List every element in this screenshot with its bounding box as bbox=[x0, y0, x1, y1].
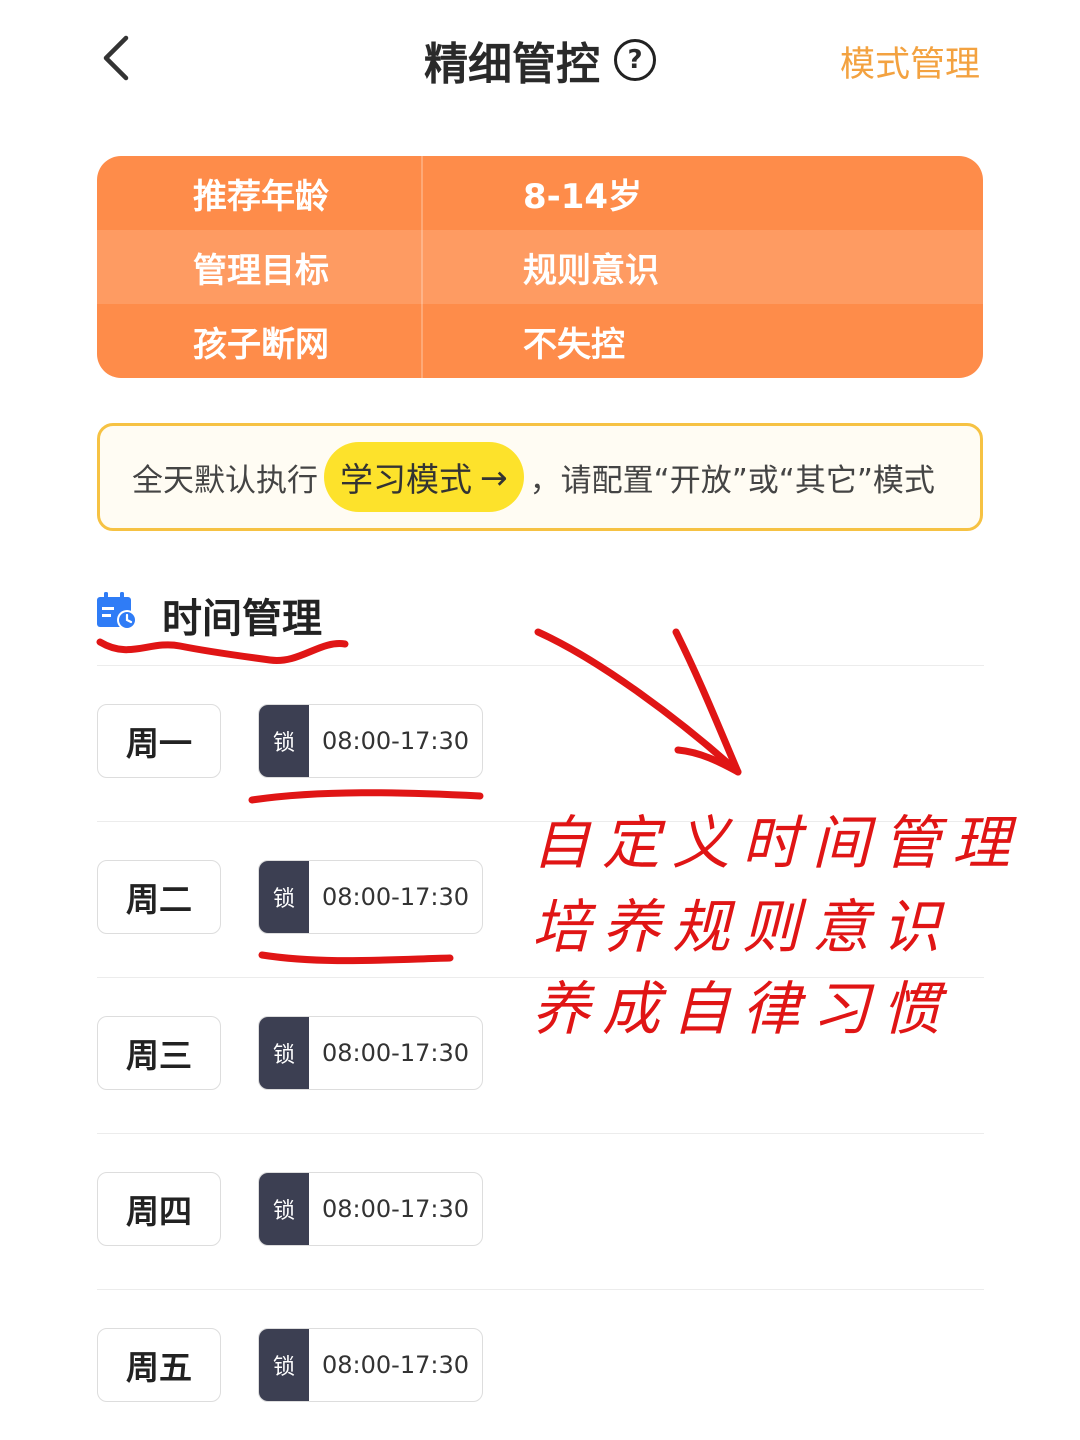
day-button-mon[interactable]: 周一 bbox=[97, 704, 221, 778]
info-key: 推荐年龄 bbox=[97, 156, 423, 230]
day-button-thu[interactable]: 周四 bbox=[97, 1172, 221, 1246]
time-slot[interactable]: 锁 08:00-17:30 bbox=[258, 1016, 483, 1090]
arrow-head-mark bbox=[672, 628, 742, 776]
help-icon[interactable]: ? bbox=[614, 39, 656, 81]
day-button-fri[interactable]: 周五 bbox=[97, 1328, 221, 1402]
info-key: 管理目标 bbox=[97, 230, 423, 304]
time-range: 08:00-17:30 bbox=[322, 883, 469, 911]
info-value: 不失控 bbox=[523, 324, 625, 365]
mode-info-card: 推荐年龄 8-14岁 管理目标 规则意识 孩子断网 不失控 bbox=[97, 156, 983, 378]
time-range: 08:00-17:30 bbox=[322, 1039, 469, 1067]
lock-badge: 锁 bbox=[259, 1329, 309, 1401]
info-value: 规则意识 bbox=[523, 250, 659, 291]
time-slot[interactable]: 锁 08:00-17:30 bbox=[258, 704, 483, 778]
mode-manage-link[interactable]: 模式管理 bbox=[840, 36, 980, 87]
time-slot[interactable]: 锁 08:00-17:30 bbox=[258, 1172, 483, 1246]
lock-badge: 锁 bbox=[259, 1017, 309, 1089]
section-title: 时间管理 bbox=[162, 596, 322, 642]
time-slot[interactable]: 锁 08:00-17:30 bbox=[258, 1328, 483, 1402]
annotation-line: 培养规则意识 bbox=[532, 893, 953, 961]
lock-badge: 锁 bbox=[259, 861, 309, 933]
page-title: 精细管控 bbox=[424, 39, 600, 90]
info-row-goal: 管理目标 规则意识 bbox=[97, 230, 983, 304]
underline-mark bbox=[248, 789, 484, 804]
annotation-line: 自定义时间管理 bbox=[532, 809, 1023, 877]
default-mode-notice: 全天默认执行 学习模式 → ，请配置“开放”或“其它”模式 bbox=[97, 423, 983, 531]
notice-suffix: ，请配置“开放”或“其它”模式 bbox=[529, 462, 935, 499]
arrow-right-icon: → bbox=[480, 457, 508, 497]
day-button-wed[interactable]: 周三 bbox=[97, 1016, 221, 1090]
lock-badge: 锁 bbox=[259, 705, 309, 777]
divider bbox=[97, 1289, 984, 1290]
info-row-age: 推荐年龄 8-14岁 bbox=[97, 156, 983, 230]
day-button-tue[interactable]: 周二 bbox=[97, 860, 221, 934]
study-mode-button[interactable]: 学习模式 → bbox=[324, 442, 524, 512]
lock-badge: 锁 bbox=[259, 1173, 309, 1245]
annotation-line: 养成自律习惯 bbox=[532, 975, 953, 1043]
arrow-mark bbox=[534, 628, 742, 776]
info-key: 孩子断网 bbox=[97, 304, 423, 378]
divider bbox=[97, 1133, 984, 1134]
page-title-group: 精细管控 ? bbox=[424, 28, 656, 92]
underline-mark bbox=[96, 638, 349, 664]
time-range: 08:00-17:30 bbox=[322, 727, 469, 755]
divider bbox=[97, 665, 984, 666]
info-value: 8-14岁 bbox=[523, 176, 643, 217]
study-mode-label: 学习模式 bbox=[340, 460, 472, 499]
time-range: 08:00-17:30 bbox=[322, 1195, 469, 1223]
notice-prefix: 全天默认执行 bbox=[132, 462, 318, 499]
info-row-offline: 孩子断网 不失控 bbox=[97, 304, 983, 378]
time-slot[interactable]: 锁 08:00-17:30 bbox=[258, 860, 483, 934]
underline-mark bbox=[258, 951, 454, 965]
time-range: 08:00-17:30 bbox=[322, 1351, 469, 1379]
calendar-clock-icon bbox=[97, 592, 137, 630]
